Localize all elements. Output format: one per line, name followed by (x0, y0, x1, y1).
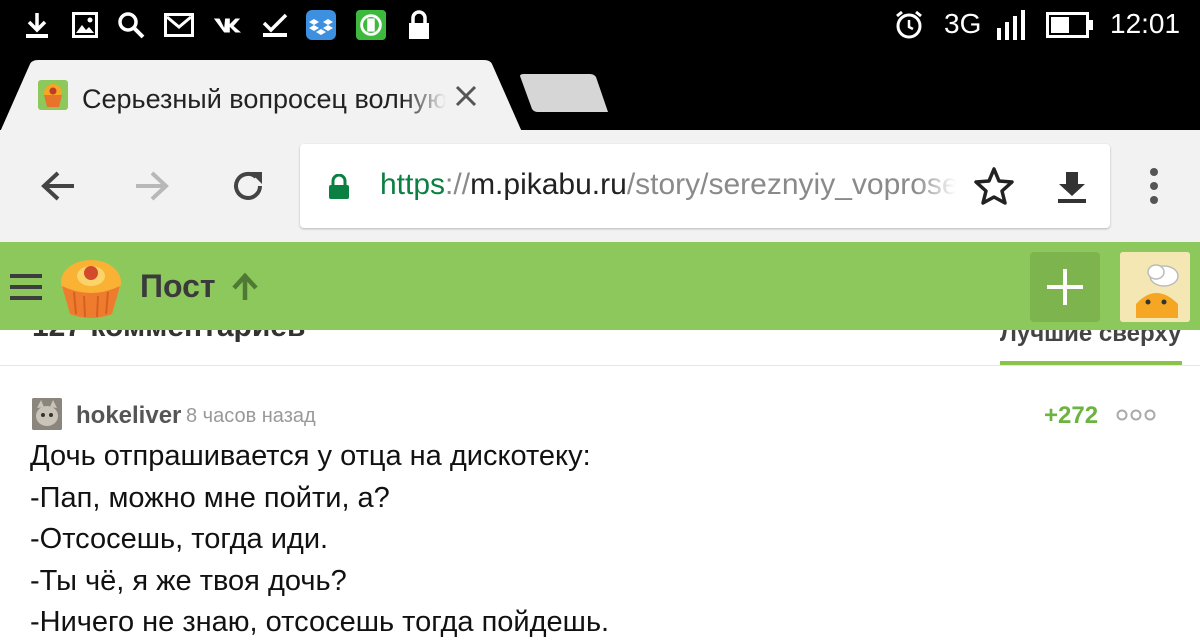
user-avatar[interactable] (1120, 252, 1190, 322)
signal-icon (996, 10, 1030, 40)
download-page-icon[interactable] (1052, 166, 1092, 206)
clock: 12:01 (1110, 8, 1181, 39)
plus-icon (1047, 269, 1083, 305)
close-icon[interactable] (452, 82, 480, 110)
pikabu-logo-icon[interactable] (56, 256, 126, 320)
gmail-icon (164, 10, 194, 40)
pikabu-favicon-icon (38, 80, 68, 110)
more-menu-icon[interactable] (1140, 166, 1168, 206)
url-host: m.pikabu.ru (470, 168, 627, 201)
image-icon (70, 10, 100, 40)
reload-button[interactable] (224, 162, 272, 210)
alarm-icon (894, 10, 924, 40)
secure-lock-icon (329, 174, 349, 199)
lock-icon (404, 10, 434, 40)
check-icon (260, 10, 290, 40)
forward-button[interactable] (128, 162, 176, 210)
comment-line: -Ты чё, я же твоя дочь? (30, 564, 347, 597)
comment-more-icon[interactable] (1116, 408, 1156, 422)
page-title: Пост (140, 268, 216, 304)
url-scheme: https (380, 168, 446, 201)
download-icon (22, 10, 52, 40)
search-icon (116, 10, 146, 40)
bookmark-star-icon[interactable] (974, 166, 1014, 206)
url-path: /story/sereznyiy_voprose (626, 168, 956, 201)
status-bar: 3G 12:01 (0, 0, 1200, 56)
tab-title: Серьезный вопросец волнующ (82, 84, 446, 114)
phone-app-icon (356, 10, 386, 40)
network-type: 3G (944, 8, 982, 39)
dropbox-icon (306, 10, 336, 40)
comment-line: -Отсосешь, тогда иди. (30, 523, 329, 555)
url-separator: :// (445, 168, 471, 201)
comment-author[interactable]: hokeliver (76, 402, 181, 430)
comment-rating: +272 (1044, 402, 1099, 429)
back-button[interactable] (34, 162, 82, 210)
add-post-button[interactable] (1030, 252, 1100, 322)
tab-active[interactable]: Серьезный вопросец волнующ (0, 60, 530, 132)
url-text[interactable]: https://m.pikabu.ru/story/sereznyiy_vopr… (380, 168, 956, 202)
address-bar[interactable]: https://m.pikabu.ru/story/sereznyiy_vopr… (300, 144, 1110, 228)
vk-icon (212, 10, 242, 40)
comment-body: Дочь отпрашивается у отца на дискотеку: … (30, 436, 1170, 644)
comment-line: -Ничего не знаю, отсосешь тогда пойдешь. (30, 606, 610, 638)
sort-underline (1000, 361, 1182, 365)
comment-time: 8 часов назад (186, 405, 316, 427)
hamburger-menu-icon[interactable] (10, 274, 42, 300)
new-tab-button[interactable] (520, 74, 610, 114)
comment-line: -Пап, можно мне пойти, а? (30, 481, 390, 514)
scroll-up-arrow-icon[interactable] (230, 272, 260, 302)
battery-icon (1044, 10, 1096, 40)
comment-avatar[interactable] (32, 398, 62, 430)
comment-line: Дочь отпрашивается у отца на дискотеку: (30, 440, 591, 472)
